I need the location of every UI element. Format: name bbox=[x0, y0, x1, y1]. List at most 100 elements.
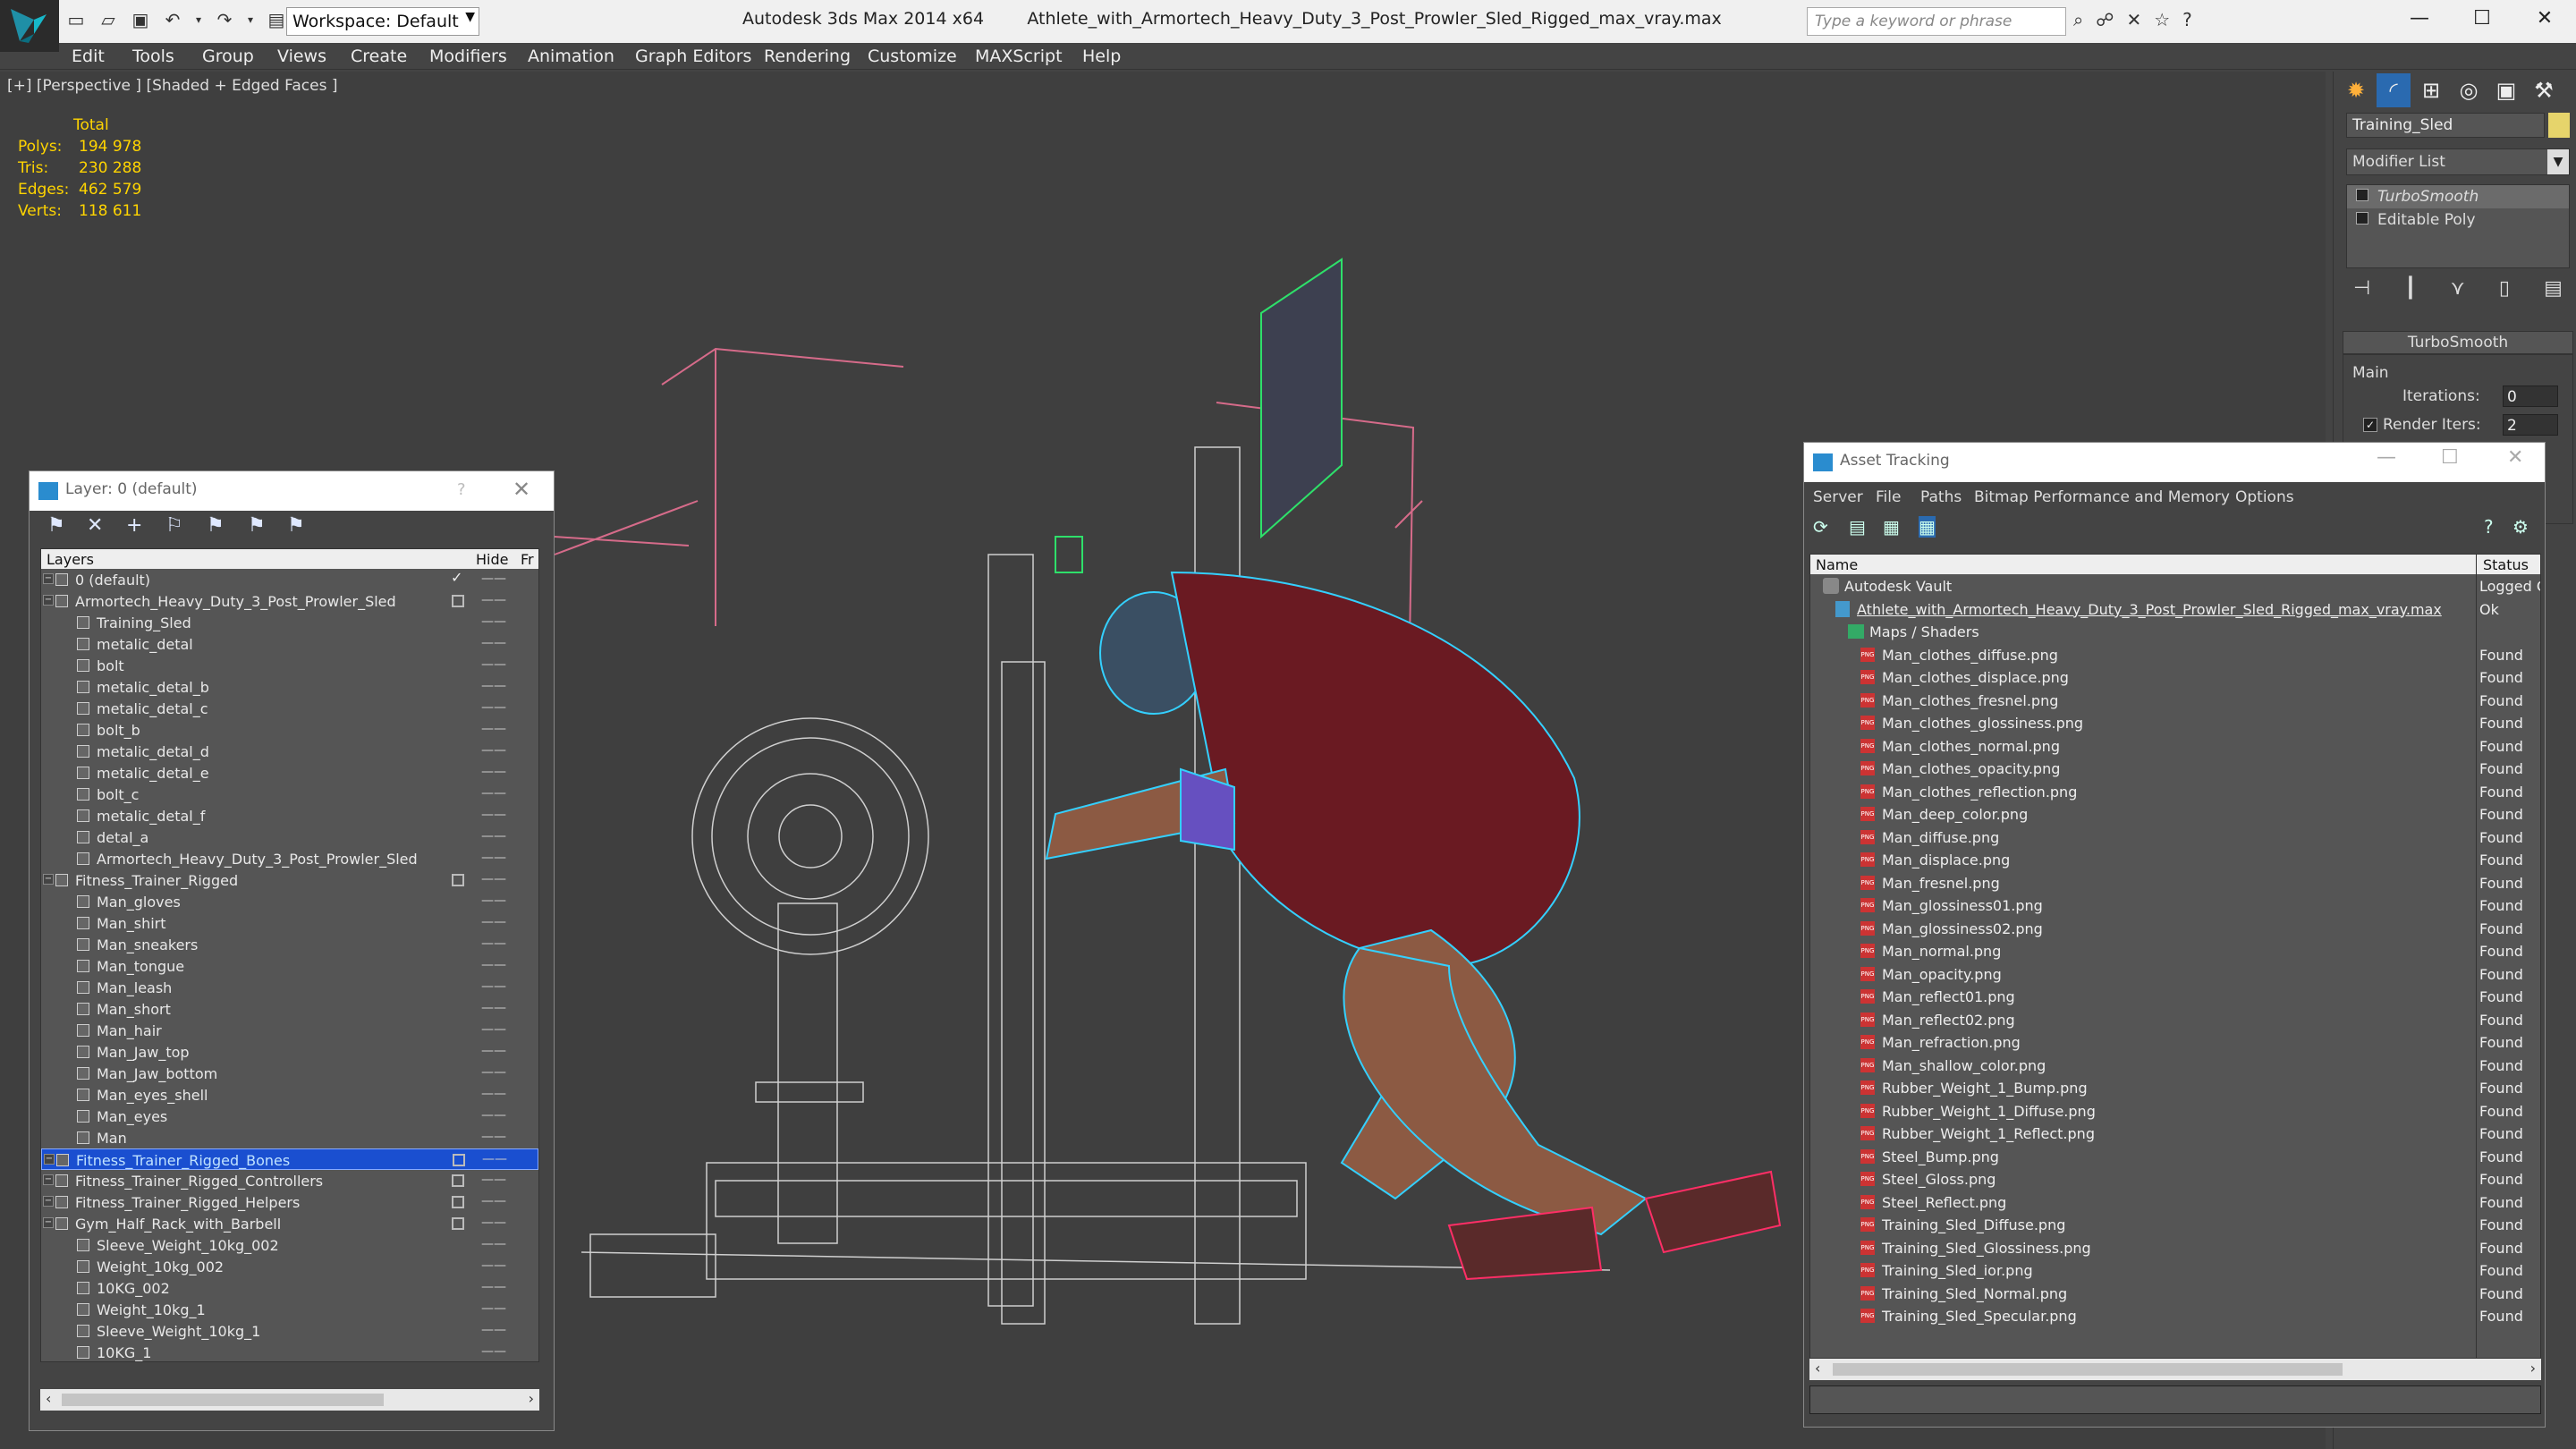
stack-item-turbosmooth[interactable]: TurboSmooth bbox=[2347, 185, 2569, 208]
object-row[interactable]: metalic_detal_e —— bbox=[41, 762, 538, 784]
scroll-right-icon[interactable]: › bbox=[529, 1390, 534, 1407]
object-row[interactable]: Training_Sled —— bbox=[41, 612, 538, 633]
favorites-star-icon[interactable]: ☆ bbox=[2154, 9, 2170, 30]
hide-toggle-icon[interactable]: —— bbox=[481, 958, 506, 972]
modify-tab-icon[interactable]: ◜ bbox=[2377, 73, 2411, 107]
minimize-icon[interactable]: — bbox=[2377, 446, 2396, 469]
remove-modifier-icon[interactable]: ▯ bbox=[2499, 277, 2510, 300]
lightbulb-icon[interactable] bbox=[2356, 189, 2368, 201]
menu-file[interactable]: File bbox=[1876, 488, 1901, 506]
object-row[interactable]: metalic_detal_c —— bbox=[41, 698, 538, 719]
object-row[interactable]: Man_gloves —— bbox=[41, 891, 538, 912]
asset-row[interactable]: PNG Training_Sled_Diffuse.png Found bbox=[1810, 1213, 2540, 1236]
collapse-toggle-icon[interactable]: − bbox=[43, 874, 54, 885]
delete-layer-icon[interactable]: ✕ bbox=[87, 514, 103, 537]
make-unique-icon[interactable]: ⋎ bbox=[2451, 277, 2465, 300]
utilities-tab-icon[interactable]: ⚒ bbox=[2527, 73, 2561, 107]
asset-row[interactable]: PNG Man_diffuse.png Found bbox=[1810, 826, 2540, 849]
asset-row[interactable]: PNG Man_reflect01.png Found bbox=[1810, 985, 2540, 1008]
maximize-icon[interactable]: ☐ bbox=[2441, 446, 2459, 469]
asset-row[interactable]: PNG Training_Sled_Specular.png Found bbox=[1810, 1304, 2540, 1327]
asset-row[interactable]: PNG Man_shallow_color.png Found bbox=[1810, 1054, 2540, 1077]
object-row[interactable]: Man_sneakers —— bbox=[41, 934, 538, 955]
asset-row[interactable]: PNG Rubber_Weight_1_Reflect.png Found bbox=[1810, 1122, 2540, 1145]
collapse-toggle-icon[interactable]: − bbox=[43, 595, 54, 606]
scroll-right-icon[interactable]: › bbox=[2530, 1360, 2536, 1377]
redo-icon[interactable]: ↷ bbox=[213, 7, 236, 32]
maximize-icon[interactable]: ☐ bbox=[2451, 0, 2513, 39]
asset-row[interactable]: PNG Man_clothes_reflection.png Found bbox=[1810, 780, 2540, 803]
hide-toggle-icon[interactable]: —— bbox=[481, 1108, 506, 1123]
collapse-toggle-icon[interactable]: − bbox=[44, 1154, 55, 1165]
collapse-toggle-icon[interactable]: − bbox=[43, 1174, 54, 1185]
asset-window-titlebar[interactable]: Asset Tracking — ☐ ✕ bbox=[1804, 443, 2545, 482]
hide-toggle-icon[interactable]: —— bbox=[481, 1323, 506, 1337]
new-file-icon[interactable]: ▭ bbox=[64, 7, 88, 32]
column-divider[interactable] bbox=[2476, 555, 2477, 1358]
menu-server[interactable]: Server bbox=[1813, 488, 1863, 506]
asset-row[interactable]: PNG Steel_Gloss.png Found bbox=[1810, 1167, 2540, 1191]
vault-row[interactable]: Autodesk Vault Logged C bbox=[1810, 574, 2540, 597]
modifier-list-dropdown[interactable]: Modifier List ▼ bbox=[2346, 148, 2570, 175]
current-layer-check-icon[interactable]: ✓ bbox=[451, 569, 462, 586]
hide-toggle-icon[interactable]: —— bbox=[481, 1237, 506, 1251]
menu-views[interactable]: Views bbox=[277, 47, 326, 66]
object-row[interactable]: Armortech_Heavy_Duty_3_Post_Prowler_Sled… bbox=[41, 848, 538, 869]
hide-toggle-icon[interactable]: —— bbox=[481, 808, 506, 822]
object-row[interactable]: Sleeve_Weight_10kg_1 —— bbox=[41, 1320, 538, 1342]
object-row[interactable]: Man_eyes_shell —— bbox=[41, 1084, 538, 1106]
help-icon[interactable]: ? bbox=[457, 480, 466, 499]
object-name-field[interactable]: Training_Sled bbox=[2346, 113, 2545, 138]
minimize-icon[interactable]: — bbox=[2388, 0, 2451, 39]
object-row[interactable]: bolt_b —— bbox=[41, 719, 538, 741]
hide-toggle-icon[interactable]: —— bbox=[481, 1130, 506, 1144]
layer-row[interactable]: − Fitness_Trainer_Rigged_Bones —— bbox=[41, 1148, 538, 1170]
collapse-toggle-icon[interactable]: − bbox=[43, 1217, 54, 1228]
scroll-left-icon[interactable]: ‹ bbox=[1815, 1360, 1820, 1377]
select-objects-icon[interactable]: ⚐ bbox=[165, 514, 183, 537]
object-row[interactable]: Man_tongue —— bbox=[41, 955, 538, 977]
hide-toggle-icon[interactable]: —— bbox=[481, 1087, 506, 1101]
scrollbar-thumb[interactable] bbox=[1833, 1363, 2343, 1376]
layer-row[interactable]: − Fitness_Trainer_Rigged_Helpers —— bbox=[41, 1191, 538, 1213]
menu-edit[interactable]: Edit bbox=[72, 47, 105, 66]
render-iters-spinner[interactable]: 2 bbox=[2503, 414, 2558, 436]
workspace-selector[interactable]: Workspace: Default ▼ bbox=[286, 7, 479, 36]
menu-maxscript[interactable]: MAXScript bbox=[975, 47, 1063, 66]
hide-toggle-icon[interactable]: —— bbox=[481, 593, 506, 607]
asset-status-field[interactable] bbox=[1809, 1385, 2541, 1414]
menu-group[interactable]: Group bbox=[202, 47, 254, 66]
layer-horizontal-scrollbar[interactable]: ‹ › bbox=[40, 1389, 539, 1411]
layer-highlight-checkbox[interactable] bbox=[452, 1217, 464, 1230]
undo-icon[interactable]: ↶ bbox=[161, 7, 184, 32]
menu-create[interactable]: Create bbox=[351, 47, 407, 66]
undo-dropdown-icon[interactable]: ▾ bbox=[193, 7, 204, 32]
object-row[interactable]: bolt_c —— bbox=[41, 784, 538, 805]
expand-icon[interactable] bbox=[2356, 212, 2368, 225]
menu-rendering[interactable]: Rendering bbox=[764, 47, 851, 66]
hide-toggle-icon[interactable]: —— bbox=[481, 829, 506, 843]
object-row[interactable]: metalic_detal_f —— bbox=[41, 805, 538, 826]
menu-help[interactable]: Help bbox=[1082, 47, 1121, 66]
column-freeze[interactable]: Fr bbox=[521, 551, 534, 568]
render-iters-checkbox[interactable]: ✓ bbox=[2363, 418, 2377, 432]
layer-highlight-checkbox[interactable] bbox=[453, 1154, 465, 1166]
object-row[interactable]: metalic_detal —— bbox=[41, 633, 538, 655]
hide-toggle-icon[interactable]: —— bbox=[481, 1022, 506, 1037]
close-icon[interactable]: ✕ bbox=[2507, 446, 2523, 469]
hide-all-layers-icon[interactable]: ⚑ bbox=[248, 514, 266, 537]
hide-toggle-icon[interactable]: —— bbox=[481, 894, 506, 908]
hide-toggle-icon[interactable]: —— bbox=[481, 636, 506, 650]
binoculars-icon[interactable]: ⌕ bbox=[2073, 9, 2083, 30]
freeze-all-layers-icon[interactable]: ⚑ bbox=[287, 514, 305, 537]
menu-bitmap-performance[interactable]: Bitmap Performance and Memory bbox=[1974, 488, 2230, 506]
communication-icon[interactable]: ✕ bbox=[2126, 9, 2141, 30]
object-row[interactable]: detal_a —— bbox=[41, 826, 538, 848]
object-row[interactable]: Man_Jaw_top —— bbox=[41, 1041, 538, 1063]
hide-toggle-icon[interactable]: —— bbox=[481, 1065, 506, 1080]
object-row[interactable]: Weight_10kg_002 —— bbox=[41, 1256, 538, 1277]
hide-toggle-icon[interactable]: —— bbox=[481, 743, 506, 758]
collapse-toggle-icon[interactable]: − bbox=[43, 573, 54, 584]
object-color-swatch[interactable] bbox=[2548, 113, 2570, 138]
pin-stack-icon[interactable]: ⊣ bbox=[2353, 277, 2370, 300]
